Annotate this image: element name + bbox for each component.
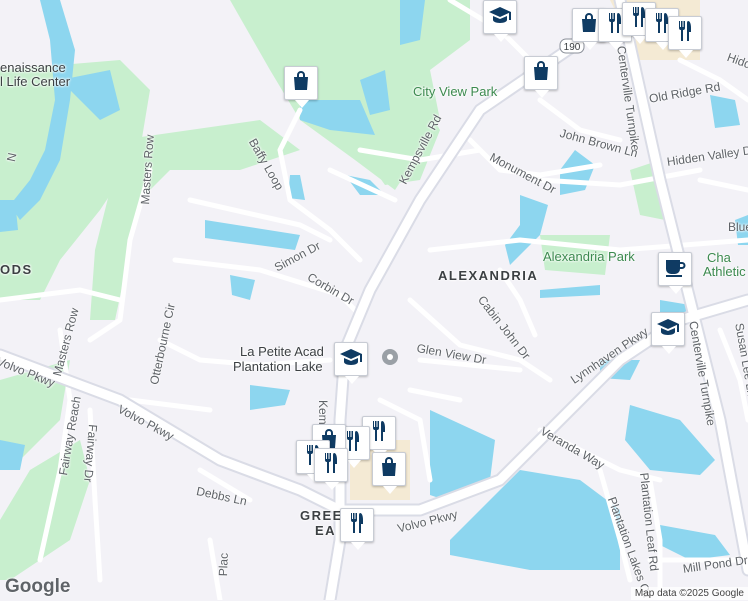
renaissance-label-1[interactable]: enaissance [0, 60, 66, 75]
restaurant-icon [673, 19, 697, 48]
athletic-prefix-label[interactable]: Cha [707, 250, 731, 265]
school-icon [488, 3, 512, 32]
school-pin-top[interactable] [483, 0, 517, 42]
cafe-icon [663, 255, 687, 284]
map-canvas[interactable]: 190 [0, 0, 748, 600]
restaurant-icon [319, 451, 343, 480]
shopping-pin-baffy[interactable] [284, 66, 318, 108]
school-pin-la-petite[interactable] [334, 342, 368, 384]
woods-area-label: ODS [0, 262, 33, 277]
school-icon [339, 345, 363, 374]
shopping-bag-icon [289, 69, 313, 98]
cafe-pin-alexandria[interactable] [658, 252, 692, 294]
poi-dot-center [387, 354, 393, 360]
restaurant-pin-topright-4[interactable] [668, 16, 702, 58]
shopping-bag-icon [529, 59, 553, 88]
restaurant-pin-bottom[interactable] [340, 508, 374, 550]
green-run-label-2: EA [315, 523, 337, 538]
school-icon [656, 315, 680, 344]
kempsville-rd-lower-label: Kem [316, 400, 330, 425]
green-run-label-1: GREE [300, 508, 343, 523]
la-petite-label-1[interactable]: La Petite Acad [240, 344, 324, 359]
athletic-label[interactable]: Athletic [703, 264, 746, 279]
plac-road-label: Plac [216, 552, 231, 577]
school-pin-lynnhaven[interactable] [651, 312, 685, 354]
shopping-pin-cluster-2[interactable] [372, 452, 406, 494]
blue-label: Blue [728, 220, 748, 234]
city-view-park-label[interactable]: City View Park [413, 84, 497, 99]
route-190-label: 190 [564, 42, 581, 53]
alexandria-park-label-1[interactable]: Alexandria Park [543, 249, 635, 264]
shopping-bag-icon [377, 455, 401, 484]
restaurant-icon [367, 419, 391, 448]
la-petite-label-2[interactable]: Plantation Lake [233, 359, 323, 374]
alexandria-area-label: ALEXANDRIA [438, 268, 539, 283]
google-logo: Google [5, 576, 71, 597]
shopping-pin-kempsville[interactable] [524, 56, 558, 98]
restaurant-icon [345, 511, 369, 540]
renaissance-label-2[interactable]: l Life Center [0, 74, 70, 89]
restaurant-pin-cluster-4[interactable] [314, 448, 348, 490]
map-attribution[interactable]: Map data ©2025 Google [630, 587, 748, 600]
